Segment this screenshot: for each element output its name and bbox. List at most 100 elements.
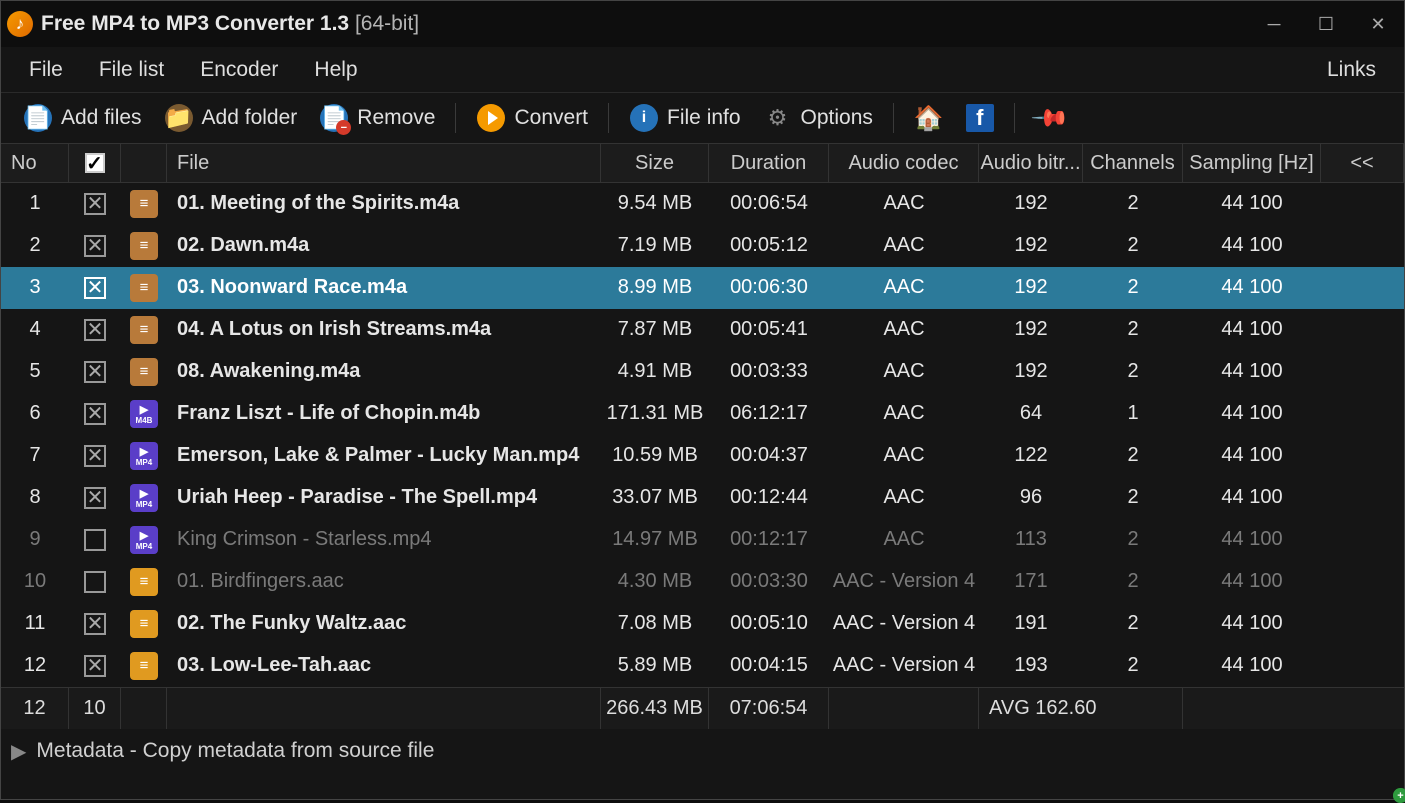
minimize-button[interactable]: ─ <box>1248 1 1300 47</box>
table-row[interactable]: 9King Crimson - Starless.mp414.97 MB00:1… <box>1 519 1404 561</box>
table-row[interactable]: 1001. Birdfingers.aac4.30 MB00:03:30AAC … <box>1 561 1404 603</box>
cell-channels: 2 <box>1083 561 1183 602</box>
metadata-panel-toggle[interactable]: ▶ Metadata - Copy metadata from source f… <box>1 729 1404 773</box>
table-row[interactable]: 2✕02. Dawn.m4a7.19 MB00:05:12AAC192244 1… <box>1 225 1404 267</box>
cell-filetype-icon <box>121 477 167 518</box>
menu-help[interactable]: Help <box>296 52 375 88</box>
cell-duration: 06:12:17 <box>709 393 829 434</box>
table-row[interactable]: 4✕04. A Lotus on Irish Streams.m4a7.87 M… <box>1 309 1404 351</box>
cell-checkbox[interactable]: ✕ <box>69 603 121 644</box>
summary-avg: AVG 162.60 <box>979 688 1183 729</box>
cell-size: 7.19 MB <box>601 225 709 266</box>
add-folder-button[interactable]: 📁+ Add folder <box>156 99 306 137</box>
cell-codec: AAC <box>829 225 979 266</box>
cell-codec: AAC <box>829 519 979 560</box>
cell-filetype-icon <box>121 603 167 644</box>
col-checkbox[interactable]: ✓ <box>69 144 121 182</box>
cell-no: 9 <box>1 519 69 560</box>
maximize-button[interactable]: ☐ <box>1300 1 1352 47</box>
remove-label: Remove <box>357 106 435 130</box>
cell-filetype-icon <box>121 645 167 686</box>
options-button[interactable]: ⚙ Options <box>755 99 881 137</box>
col-duration[interactable]: Duration <box>709 144 829 182</box>
cell-checkbox[interactable]: ✕ <box>69 183 121 224</box>
cell-codec: AAC - Version 4 <box>829 603 979 644</box>
file-info-icon: i <box>629 103 659 133</box>
cell-bitrate: 113 <box>979 519 1083 560</box>
table-row[interactable]: 1✕01. Meeting of the Spirits.m4a9.54 MB0… <box>1 183 1404 225</box>
menu-encoder[interactable]: Encoder <box>182 52 296 88</box>
cell-checkbox[interactable]: ✕ <box>69 393 121 434</box>
cell-sampling: 44 100 <box>1183 267 1321 308</box>
cell-sampling: 44 100 <box>1183 393 1321 434</box>
cell-sampling: 44 100 <box>1183 225 1321 266</box>
cell-bitrate: 191 <box>979 603 1083 644</box>
cell-bitrate: 64 <box>979 393 1083 434</box>
cell-checkbox[interactable]: ✕ <box>69 225 121 266</box>
title-suffix: [64-bit] <box>355 12 419 35</box>
file-info-button[interactable]: i File info <box>621 99 749 137</box>
cell-checkbox[interactable]: ✕ <box>69 645 121 686</box>
cell-checkbox[interactable]: ✕ <box>69 309 121 350</box>
remove-button[interactable]: 📄− Remove <box>311 99 443 137</box>
cell-channels: 2 <box>1083 435 1183 476</box>
cell-no: 11 <box>1 603 69 644</box>
col-codec[interactable]: Audio codec <box>829 144 979 182</box>
cell-duration: 00:05:12 <box>709 225 829 266</box>
app-window: ♪ Free MP4 to MP3 Converter 1.3 [64-bit]… <box>0 0 1405 800</box>
window-controls: ─ ☐ ✕ <box>1248 1 1404 47</box>
cell-checkbox[interactable]: ✕ <box>69 351 121 392</box>
cell-checkbox[interactable]: ✕ <box>69 435 121 476</box>
cell-filename: 03. Low-Lee-Tah.aac <box>167 645 601 686</box>
menu-file[interactable]: File <box>11 52 81 88</box>
summary-checked: 10 <box>69 688 121 729</box>
col-size[interactable]: Size <box>601 144 709 182</box>
table-row[interactable]: 11✕02. The Funky Waltz.aac7.08 MB00:05:1… <box>1 603 1404 645</box>
col-file[interactable]: File <box>167 144 601 182</box>
table-row[interactable]: 3✕03. Noonward Race.m4a8.99 MB00:06:30AA… <box>1 267 1404 309</box>
cell-size: 7.08 MB <box>601 603 709 644</box>
table-row[interactable]: 7✕Emerson, Lake & Palmer - Lucky Man.mp4… <box>1 435 1404 477</box>
close-button[interactable]: ✕ <box>1352 1 1404 47</box>
col-channels[interactable]: Channels <box>1083 144 1183 182</box>
cell-checkbox[interactable] <box>69 561 121 602</box>
table-row[interactable]: 8✕Uriah Heep - Paradise - The Spell.mp43… <box>1 477 1404 519</box>
cell-size: 14.97 MB <box>601 519 709 560</box>
convert-button[interactable]: Convert <box>468 99 596 137</box>
col-icon <box>121 144 167 182</box>
menu-file-list[interactable]: File list <box>81 52 182 88</box>
add-files-button[interactable]: 📄+ Add files <box>15 99 150 137</box>
cell-size: 7.87 MB <box>601 309 709 350</box>
cell-codec: AAC <box>829 351 979 392</box>
pin-button[interactable]: 📌 <box>1027 100 1073 137</box>
home-button[interactable]: 🏠 <box>906 100 952 137</box>
col-sampling[interactable]: Sampling [Hz] <box>1183 144 1321 182</box>
pin-icon: 📌 <box>1029 97 1071 139</box>
cell-channels: 2 <box>1083 267 1183 308</box>
cell-filetype-icon <box>121 267 167 308</box>
add-files-label: Add files <box>61 106 142 130</box>
cell-checkbox[interactable] <box>69 519 121 560</box>
window-title: Free MP4 to MP3 Converter 1.3 [64-bit] <box>41 12 1248 36</box>
col-no[interactable]: No <box>1 144 69 182</box>
header-checkbox[interactable]: ✓ <box>85 153 105 173</box>
cell-no: 1 <box>1 183 69 224</box>
cell-filetype-icon <box>121 393 167 434</box>
cell-bitrate: 122 <box>979 435 1083 476</box>
menu-links[interactable]: Links <box>1309 52 1394 88</box>
table-row[interactable]: 12✕03. Low-Lee-Tah.aac5.89 MB00:04:15AAC… <box>1 645 1404 687</box>
cell-sampling: 44 100 <box>1183 477 1321 518</box>
table-row[interactable]: 6✕Franz Liszt - Life of Chopin.m4b171.31… <box>1 393 1404 435</box>
cell-bitrate: 192 <box>979 267 1083 308</box>
cell-no: 10 <box>1 561 69 602</box>
col-toggle[interactable]: << <box>1321 144 1404 182</box>
cell-checkbox[interactable]: ✕ <box>69 267 121 308</box>
table-row[interactable]: 5✕08. Awakening.m4a4.91 MB00:03:33AAC192… <box>1 351 1404 393</box>
cell-duration: 00:06:54 <box>709 183 829 224</box>
col-bitrate[interactable]: Audio bitr... <box>979 144 1083 182</box>
convert-label: Convert <box>514 106 588 130</box>
title-main: Free MP4 to MP3 Converter 1.3 <box>41 12 355 35</box>
facebook-button[interactable]: f <box>958 100 1002 136</box>
cell-checkbox[interactable]: ✕ <box>69 477 121 518</box>
cell-sampling: 44 100 <box>1183 645 1321 686</box>
